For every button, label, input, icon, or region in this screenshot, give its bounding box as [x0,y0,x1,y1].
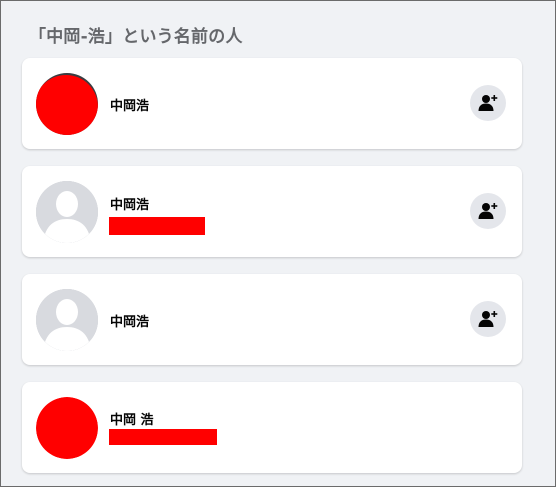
avatar[interactable] [36,181,98,243]
avatar[interactable] [36,397,98,459]
person-card[interactable]: 中岡浩 [22,58,522,149]
person-name[interactable]: 中岡浩 [110,311,149,330]
add-friend-button[interactable] [470,193,506,229]
add-friend-icon [478,203,498,219]
redacted-detail [109,429,217,445]
person-card[interactable]: 中岡浩 [22,274,522,365]
person-name[interactable]: 中岡浩 [110,95,149,114]
add-friend-button[interactable] [470,85,506,121]
person-card[interactable]: 中岡浩 [22,166,522,257]
results-heading: 「中岡-浩」という名前の人 [29,27,243,47]
search-results-panel: 「中岡-浩」という名前の人 中岡浩 中岡浩 中岡浩 中岡 浩 [0,0,556,487]
add-friend-icon [478,311,498,327]
person-card[interactable]: 中岡 浩 [22,382,522,473]
person-name[interactable]: 中岡 浩 [110,409,154,428]
avatar[interactable] [36,73,98,135]
add-friend-button[interactable] [470,301,506,337]
redacted-detail [109,217,205,235]
person-name[interactable]: 中岡浩 [110,194,149,213]
add-friend-icon [478,95,498,111]
avatar[interactable] [36,289,98,351]
